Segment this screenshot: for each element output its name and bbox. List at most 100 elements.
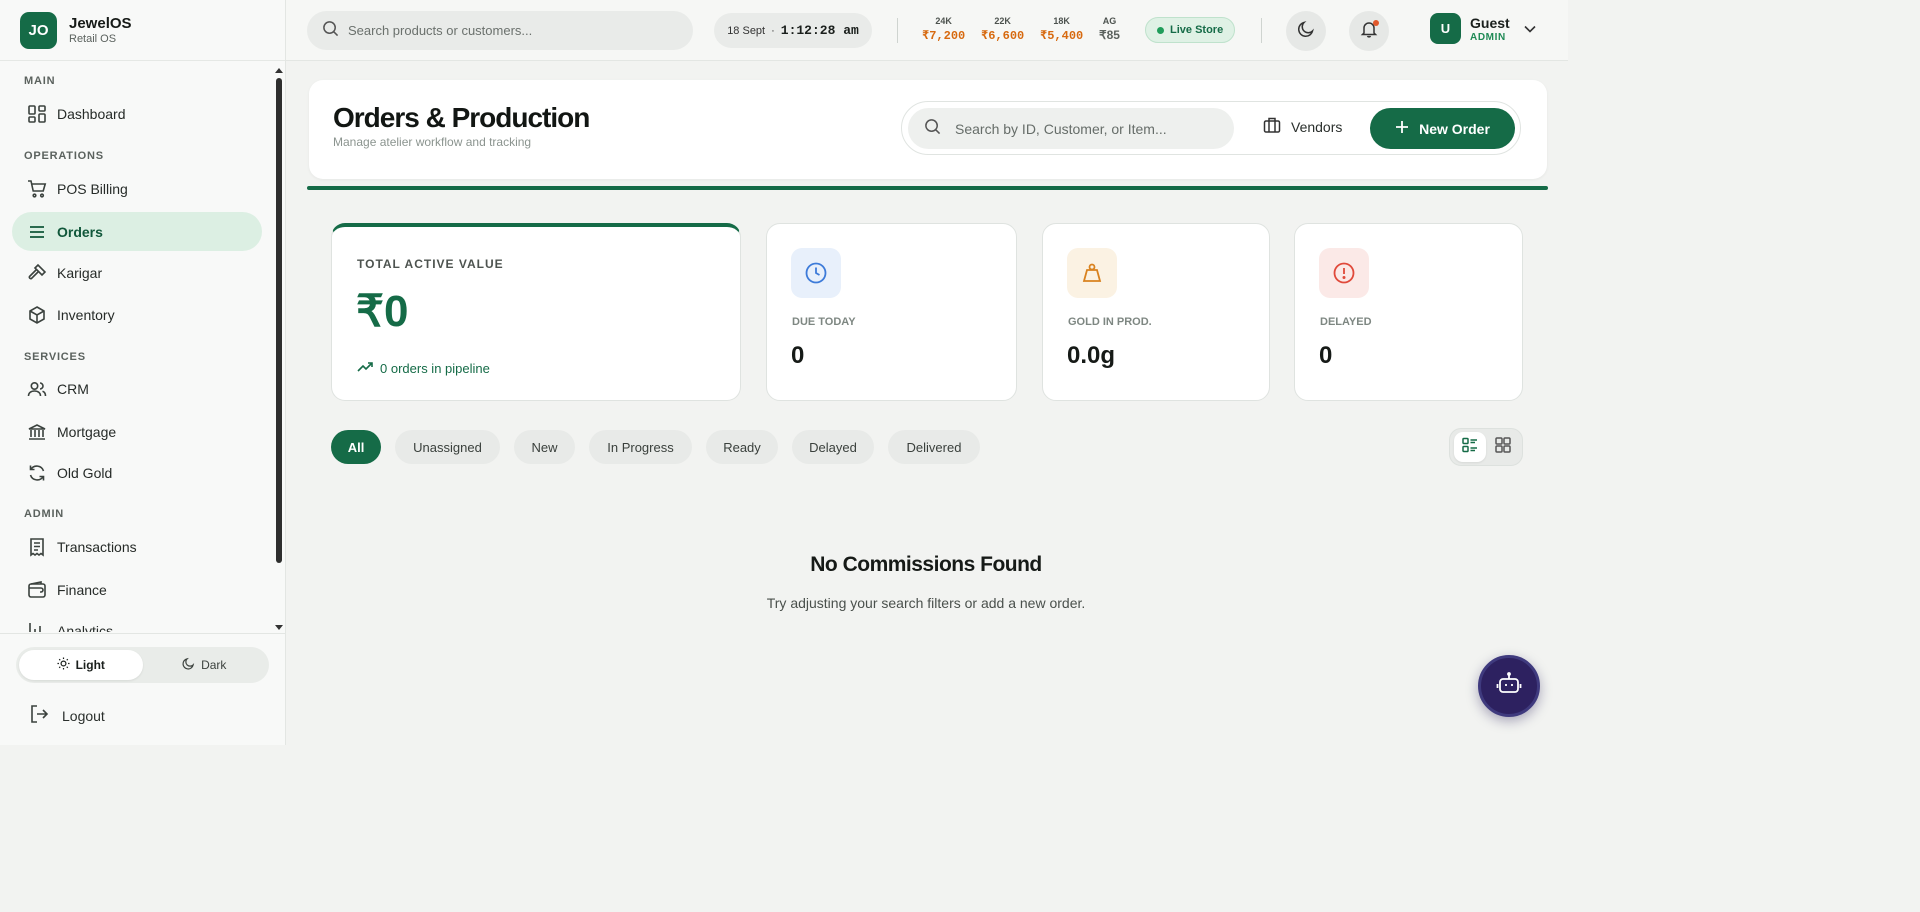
scrollbar-thumb[interactable]: [276, 78, 282, 563]
theme-light-button[interactable]: Light: [19, 650, 143, 680]
logout-button[interactable]: Logout: [28, 703, 105, 728]
filter-delivered[interactable]: Delivered: [888, 430, 980, 464]
vendors-button[interactable]: Vendors: [1263, 116, 1342, 137]
sidebar-item-crm[interactable]: CRM: [12, 369, 262, 408]
section-label-services: SERVICES: [24, 351, 86, 363]
due-today-card: DUE TODAY 0: [766, 223, 1017, 401]
briefcase-icon: [1263, 116, 1281, 137]
page-header: Orders & Production Manage atelier workf…: [309, 80, 1547, 179]
sidebar-item-label: Old Gold: [57, 464, 113, 481]
order-search-input[interactable]: [955, 120, 1225, 137]
sun-icon: [57, 657, 70, 673]
sidebar-item-dashboard[interactable]: Dashboard: [12, 94, 262, 133]
user-role: ADMIN: [1470, 31, 1506, 43]
assistant-bot-button[interactable]: [1478, 655, 1540, 717]
scroll-down-arrow-icon[interactable]: [275, 625, 283, 630]
order-toolbar: Vendors New Order: [901, 101, 1521, 155]
sidebar-item-karigar[interactable]: Karigar: [12, 253, 262, 292]
pipeline-text: 0 orders in pipeline: [380, 361, 490, 376]
dashboard-icon: [26, 103, 48, 125]
divider: [1261, 18, 1262, 43]
sidebar-item-mortgage[interactable]: Mortgage: [12, 412, 262, 451]
rate-label: 24K: [935, 16, 952, 26]
rate-value: ₹5,400: [1040, 29, 1084, 43]
filter-delayed[interactable]: Delayed: [792, 430, 874, 464]
list-icon: [26, 221, 48, 243]
chevron-down-icon: [1524, 20, 1536, 38]
user-name: Guest: [1470, 14, 1510, 31]
stat-label: TOTAL ACTIVE VALUE: [357, 257, 504, 271]
rate-label: AG: [1102, 16, 1117, 26]
sidebar-nav: MAIN Dashboard OPERATIONS POS Billing Or…: [0, 62, 274, 632]
status-dot-icon: [1157, 26, 1164, 34]
rate-value: ₹7,200: [922, 29, 966, 43]
weight-icon: [1067, 248, 1117, 298]
logout-icon: [28, 703, 50, 728]
gold-in-production-value: 0.0g: [1067, 342, 1116, 369]
filter-unassigned[interactable]: Unassigned: [395, 430, 500, 464]
sidebar-item-label: Inventory: [57, 306, 115, 323]
notifications-button[interactable]: [1349, 11, 1389, 51]
live-store-label: Live Store: [1170, 24, 1224, 36]
new-order-label: New Order: [1419, 120, 1490, 137]
rate-label: 18K: [1053, 16, 1070, 26]
filter-all[interactable]: All: [331, 430, 381, 464]
date-text: 18 Sept: [727, 24, 766, 37]
date-time-display: 18 Sept · 1:12:28 am: [714, 13, 872, 48]
top-bar: 18 Sept · 1:12:28 am 24K ₹7,200 22K ₹6,6…: [286, 0, 1568, 61]
total-active-value-card: TOTAL ACTIVE VALUE ₹0 0 orders in pipeli…: [331, 223, 741, 401]
brand[interactable]: JO JewelOS Retail OS: [0, 0, 285, 61]
grid-view-icon: [1495, 436, 1511, 458]
user-menu[interactable]: U Guest ADMIN: [1430, 13, 1536, 44]
divider: [897, 18, 898, 43]
list-view-button[interactable]: [1454, 432, 1486, 462]
app-subtitle: Retail OS: [69, 33, 117, 45]
sidebar-item-old-gold[interactable]: Old Gold: [12, 453, 262, 492]
theme-light-label: Light: [75, 658, 105, 672]
trending-up-icon: [357, 361, 373, 376]
filter-ready[interactable]: Ready: [706, 430, 778, 464]
order-search[interactable]: [908, 108, 1234, 149]
box-icon: [26, 304, 48, 326]
refresh-icon: [26, 462, 48, 484]
sidebar-item-inventory[interactable]: Inventory: [12, 295, 262, 334]
rate-22k: 22K ₹6,600: [981, 16, 1024, 43]
global-search-input[interactable]: [348, 23, 678, 38]
page-subtitle: Manage atelier workflow and tracking: [333, 135, 532, 149]
list-view-icon: [1462, 437, 1478, 458]
sidebar-item-label: CRM: [57, 380, 89, 397]
theme-mode-button[interactable]: [1286, 11, 1326, 51]
sidebar-item-orders[interactable]: Orders: [12, 212, 262, 251]
delayed-value: 0: [1319, 342, 1333, 369]
filter-in-progress[interactable]: In Progress: [589, 430, 692, 464]
section-label-operations: OPERATIONS: [24, 150, 104, 162]
new-order-button[interactable]: New Order: [1370, 108, 1515, 149]
stat-label: DELAYED: [1320, 316, 1372, 328]
rate-24k: 24K ₹7,200: [922, 16, 965, 43]
global-search[interactable]: [307, 11, 693, 50]
pipeline-trend: 0 orders in pipeline: [357, 361, 490, 376]
empty-state-title: No Commissions Found: [810, 553, 1042, 576]
rate-ag: AG ₹85: [1099, 16, 1120, 42]
filter-new[interactable]: New: [514, 430, 575, 464]
page-title: Orders & Production: [333, 102, 590, 133]
grid-view-button[interactable]: [1487, 432, 1519, 462]
theme-toggle: Light Dark: [16, 647, 269, 683]
sidebar-item-pos-billing[interactable]: POS Billing: [12, 169, 262, 208]
clock-icon: [791, 248, 841, 298]
sidebar-item-analytics[interactable]: Analytics: [12, 611, 262, 632]
sidebar-scrollbar[interactable]: [274, 66, 284, 632]
theme-dark-button[interactable]: Dark: [143, 650, 267, 680]
sidebar-footer: Light Dark Logout: [0, 633, 285, 745]
live-store-badge[interactable]: Live Store: [1145, 17, 1236, 43]
gold-in-production-card: GOLD IN PROD. 0.0g: [1042, 223, 1270, 401]
section-label-admin: ADMIN: [24, 508, 65, 520]
stat-label: GOLD IN PROD.: [1068, 316, 1152, 328]
robot-icon: [1495, 670, 1523, 703]
rate-value: ₹6,600: [981, 29, 1025, 43]
scroll-up-arrow-icon[interactable]: [275, 68, 283, 73]
sidebar-item-label: Dashboard: [57, 105, 126, 122]
bank-icon: [26, 421, 48, 443]
app-logo: JO: [20, 11, 57, 49]
plus-icon: [1395, 120, 1409, 137]
